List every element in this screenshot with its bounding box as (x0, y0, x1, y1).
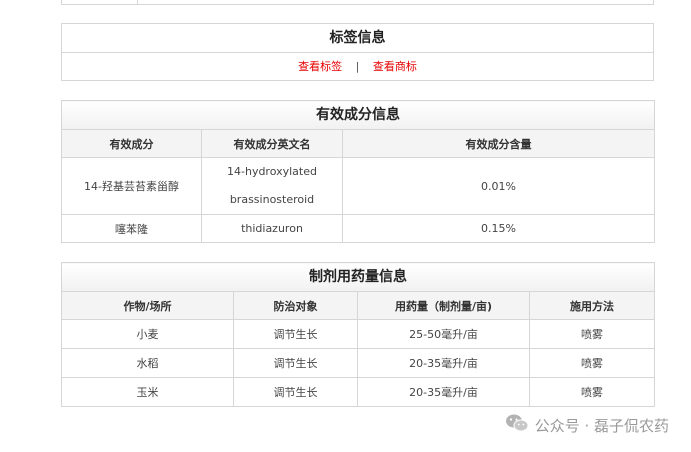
ingredient-content: 0.01% (341, 157, 656, 215)
label-links-row: 查看标签 | 查看商标 (62, 53, 653, 81)
ingredient-table: 有效成分信息 有效成分 有效成分英文名 有效成分含量 14-羟基芸苔素甾醇 14… (60, 100, 656, 243)
table-row: 水稻 调节生长 20-35毫升/亩 喷雾 (61, 348, 655, 378)
target-cell: 调节生长 (233, 348, 358, 378)
wechat-icon (505, 413, 529, 437)
ingredient-content: 0.15% (341, 214, 656, 243)
ingredient-name: 噻苯隆 (61, 214, 202, 243)
ingredient-en-name: 14-hydroxylated brassinosteroid (201, 157, 343, 215)
table-row: 噻苯隆 thidiazuron 0.15% (61, 214, 656, 243)
table-row: 玉米 调节生长 20-35毫升/亩 喷雾 (61, 377, 655, 407)
link-separator: | (355, 60, 360, 73)
dosage-header-row: 作物/场所 防治对象 用药量（制剂量/亩) 施用方法 (61, 291, 655, 320)
header-ingredient-en: 有效成分英文名 (201, 129, 343, 158)
ingredient-info-title: 有效成分信息 (60, 100, 656, 130)
crop-cell: 小麦 (61, 319, 234, 349)
watermark-text: 公众号 · 磊子侃农药 (534, 416, 669, 435)
header-crop: 作物/场所 (61, 291, 234, 320)
dosage-info-section: 制剂用药量信息 作物/场所 防治对象 用药量（制剂量/亩) 施用方法 小麦 调节… (61, 262, 655, 407)
ingredient-en-line: brassinosteroid (229, 193, 315, 206)
column-divider (137, 0, 138, 4)
method-cell: 喷雾 (529, 319, 655, 349)
header-dose: 用药量（制剂量/亩) (357, 291, 530, 320)
header-ingredient-content: 有效成分含量 (341, 129, 656, 158)
header-method: 施用方法 (529, 291, 655, 320)
ingredient-en-line: 14-hydroxylated (227, 165, 317, 178)
label-info-section: 标签信息 查看标签 | 查看商标 (61, 23, 654, 81)
table-row: 小麦 调节生长 25-50毫升/亩 喷雾 (61, 319, 655, 349)
ingredient-header-row: 有效成分 有效成分英文名 有效成分含量 (61, 129, 656, 158)
view-trademark-link[interactable]: 查看商标 (373, 60, 417, 73)
crop-cell: 玉米 (61, 377, 234, 407)
previous-table-stub (61, 0, 654, 5)
ingredient-info-section: 有效成分信息 有效成分 有效成分英文名 有效成分含量 14-羟基芸苔素甾醇 14… (60, 100, 656, 243)
ingredient-en-name: thidiazuron (201, 214, 343, 243)
dosage-info-title: 制剂用药量信息 (61, 262, 655, 292)
label-info-title: 标签信息 (62, 24, 653, 53)
table-row: 14-羟基芸苔素甾醇 14-hydroxylated brassinostero… (61, 157, 656, 215)
target-cell: 调节生长 (233, 319, 358, 349)
crop-cell: 水稻 (61, 348, 234, 378)
view-label-link[interactable]: 查看标签 (298, 60, 342, 73)
dose-cell: 25-50毫升/亩 (357, 319, 530, 349)
watermark: 公众号 · 磊子侃农药 (505, 413, 669, 437)
header-ingredient: 有效成分 (61, 129, 202, 158)
method-cell: 喷雾 (529, 377, 655, 407)
method-cell: 喷雾 (529, 348, 655, 378)
target-cell: 调节生长 (233, 377, 358, 407)
ingredient-name: 14-羟基芸苔素甾醇 (61, 157, 202, 215)
dosage-table: 制剂用药量信息 作物/场所 防治对象 用药量（制剂量/亩) 施用方法 小麦 调节… (61, 262, 655, 407)
dose-cell: 20-35毫升/亩 (357, 377, 530, 407)
dose-cell: 20-35毫升/亩 (357, 348, 530, 378)
header-target: 防治对象 (233, 291, 358, 320)
